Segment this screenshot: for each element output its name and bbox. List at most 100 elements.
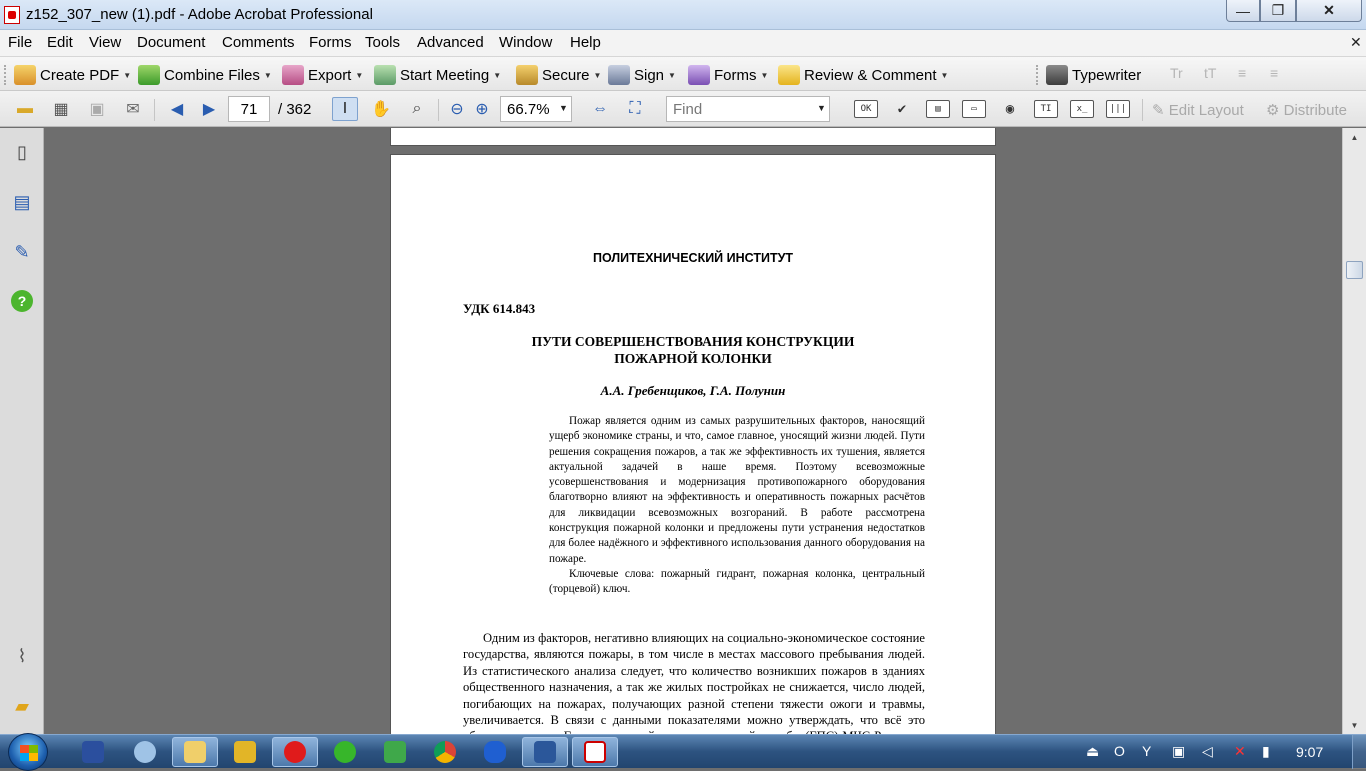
- typewriter-button[interactable]: Typewriter: [1046, 63, 1141, 87]
- barcode-tool-icon[interactable]: |||: [1106, 100, 1130, 118]
- find-dropdown-arrow-icon[interactable]: ▼: [817, 103, 826, 113]
- combo-box-tool-icon[interactable]: ▤: [926, 100, 950, 118]
- opera-icon[interactable]: O: [1114, 743, 1125, 759]
- attachments-icon[interactable]: ⌇: [11, 644, 33, 668]
- menu-document[interactable]: Document: [137, 34, 205, 51]
- checkbox-tool-icon[interactable]: ✔: [890, 100, 914, 118]
- scroll-down-icon[interactable]: ▼: [1343, 716, 1366, 734]
- clock[interactable]: 9:07: [1296, 744, 1323, 760]
- radio-button-tool-icon[interactable]: ◉: [998, 100, 1022, 118]
- menu-forms[interactable]: Forms: [309, 34, 352, 51]
- meeting-icon: [374, 65, 396, 85]
- review-comment-button[interactable]: Review & Comment ▼: [778, 63, 948, 87]
- open-folder-icon[interactable]: ▬: [12, 97, 38, 121]
- zoom-out-icon[interactable]: ⊖: [444, 97, 470, 121]
- taskbar-save-app[interactable]: [70, 737, 116, 767]
- network-adapter-icon[interactable]: ▣: [1172, 743, 1185, 760]
- fit-width-icon[interactable]: ⇔: [587, 97, 613, 121]
- document-view[interactable]: ПОЛИТЕХНИЧЕСКИЙ ИНСТИТУТ УДК 614.843 ПУТ…: [45, 128, 1342, 734]
- lock-icon: [516, 65, 538, 85]
- article-body: Одним из факторов, негативно влияющих на…: [463, 631, 925, 734]
- folder-icon: [184, 741, 206, 763]
- help-icon[interactable]: ?: [11, 290, 33, 312]
- list-box-tool-icon[interactable]: ▭: [962, 100, 986, 118]
- taskbar-word[interactable]: [522, 737, 568, 767]
- scroll-thumb[interactable]: [1346, 261, 1363, 279]
- zoom-dropdown-arrow-icon[interactable]: ▼: [559, 103, 568, 113]
- create-pdf-button[interactable]: Create PDF ▼: [14, 63, 131, 87]
- no-network-icon[interactable]: ✕: [1234, 743, 1246, 760]
- digital-signature-tool-icon[interactable]: x_: [1070, 100, 1094, 118]
- next-page-icon[interactable]: ▶: [196, 97, 222, 121]
- pdf-page[interactable]: ПОЛИТЕХНИЧЕСКИЙ ИНСТИТУТ УДК 614.843 ПУТ…: [390, 154, 996, 734]
- page-number-input[interactable]: 71: [228, 96, 270, 122]
- zoom-tool-icon[interactable]: ⌕: [404, 97, 430, 121]
- taskbar-explorer[interactable]: [172, 737, 218, 767]
- menu-window[interactable]: Window: [499, 34, 552, 51]
- show-desktop-button[interactable]: [1352, 735, 1366, 769]
- taskbar-opera[interactable]: [272, 737, 318, 767]
- fit-page-icon[interactable]: ⛶: [622, 97, 648, 121]
- window-title: z152_307_new (1).pdf - Adobe Acrobat Pro…: [26, 6, 373, 23]
- distribute-button[interactable]: ⚙ Distribute: [1266, 101, 1347, 119]
- keywords: Ключевые слова: пожарный гидрант, пожарн…: [549, 567, 925, 596]
- menu-help[interactable]: Help: [570, 34, 601, 51]
- combine-files-button[interactable]: Combine Files ▼: [138, 63, 272, 87]
- minimize-button[interactable]: —: [1226, 0, 1260, 22]
- vertical-scrollbar[interactable]: ▲ ▼: [1342, 128, 1366, 734]
- menu-view[interactable]: View: [89, 34, 121, 51]
- refresh-icon: [384, 741, 406, 763]
- email-icon[interactable]: ✉: [120, 97, 146, 121]
- menu-advanced[interactable]: Advanced: [417, 34, 484, 51]
- toolbar-grip[interactable]: [4, 65, 8, 85]
- taskbar-acrobat[interactable]: [572, 737, 618, 767]
- signatures-icon[interactable]: ✎: [11, 240, 33, 264]
- taskbar-icq[interactable]: [322, 737, 368, 767]
- opera-icon: [284, 741, 306, 763]
- comments-icon[interactable]: ▰: [11, 694, 33, 718]
- secure-button[interactable]: Secure ▼: [516, 63, 601, 87]
- taskbar-winamp[interactable]: [222, 737, 268, 767]
- windows-logo-icon: [20, 745, 38, 761]
- find-input[interactable]: Find: [666, 96, 830, 122]
- signal-icon[interactable]: ▮: [1262, 743, 1270, 760]
- institute-heading: ПОЛИТЕХНИЧЕСКИЙ ИНСТИТУТ: [592, 251, 794, 265]
- start-button[interactable]: [8, 733, 48, 771]
- taskbar-app-green[interactable]: [372, 737, 418, 767]
- menu-comments[interactable]: Comments: [222, 34, 295, 51]
- export-button[interactable]: Export ▼: [282, 63, 363, 87]
- forms-button[interactable]: Forms ▼: [688, 63, 768, 87]
- button-tool-icon[interactable]: OK: [854, 100, 878, 118]
- edit-layout-button[interactable]: ✎ Edit Layout: [1152, 101, 1244, 119]
- icq-flower-icon: [334, 741, 356, 763]
- bookmarks-icon[interactable]: ▤: [11, 190, 33, 214]
- zoom-in-icon[interactable]: ⊕: [469, 97, 495, 121]
- close-document-icon[interactable]: ✕: [1350, 34, 1362, 51]
- volume-icon[interactable]: ◁: [1202, 743, 1213, 760]
- pages-icon[interactable]: ▯: [11, 140, 33, 164]
- maximize-button[interactable]: ❐: [1260, 0, 1296, 22]
- menu-file[interactable]: File: [8, 34, 32, 51]
- taskbar-butterfly[interactable]: [472, 737, 518, 767]
- menu-tools[interactable]: Tools: [365, 34, 400, 51]
- hand-tool-icon[interactable]: ✋: [368, 97, 394, 121]
- taskbar-network-app[interactable]: [122, 737, 168, 767]
- yandex-icon[interactable]: Y: [1142, 743, 1151, 759]
- article-title: ПУТИ СОВЕРШЕНСТВОВАНИЯ КОНСТРУКЦИИ ПОЖАР…: [531, 334, 855, 366]
- scroll-up-icon[interactable]: ▲: [1343, 128, 1366, 146]
- previous-page-icon[interactable]: ◀: [164, 97, 190, 121]
- save-icon[interactable]: ▣: [84, 97, 110, 121]
- start-meeting-button[interactable]: Start Meeting ▼: [374, 63, 501, 87]
- comment-bubble-icon: [778, 65, 800, 85]
- sign-button[interactable]: Sign ▼: [608, 63, 676, 87]
- menu-edit[interactable]: Edit: [47, 34, 73, 51]
- separator: [1142, 99, 1143, 121]
- acrobat-icon: [584, 741, 606, 763]
- usb-icon[interactable]: ⏏: [1086, 743, 1099, 760]
- taskbar-chrome[interactable]: [422, 737, 468, 767]
- toolbar-grip[interactable]: [1036, 65, 1040, 85]
- print-icon[interactable]: ▦: [48, 97, 74, 121]
- close-button[interactable]: ✕: [1296, 0, 1362, 22]
- select-tool-icon[interactable]: I: [332, 97, 358, 121]
- text-field-tool-icon[interactable]: TI: [1034, 100, 1058, 118]
